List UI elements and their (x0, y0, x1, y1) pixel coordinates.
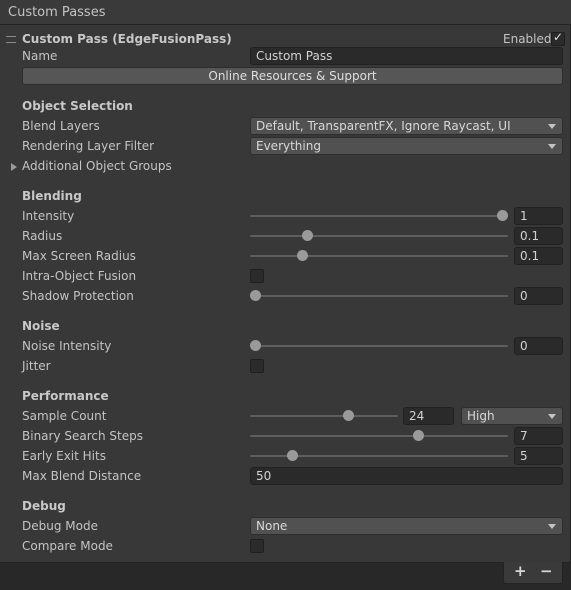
early-exit-field[interactable]: 5 (514, 447, 563, 465)
name-label: Name (22, 49, 58, 63)
debug-header: Debug (22, 499, 66, 513)
debug-mode-row: Debug Mode None (0, 516, 570, 536)
max-screen-radius-label: Max Screen Radius (22, 249, 136, 263)
rendering-layer-value: Everything (256, 139, 321, 153)
noise-intensity-label: Noise Intensity (22, 339, 112, 353)
chevron-down-icon (548, 414, 556, 419)
blend-layers-value: Default, TransparentFX, Ignore Raycast, … (256, 119, 511, 133)
window-titlebar: Custom Passes (0, 0, 571, 25)
sample-count-slider-track[interactable] (250, 415, 398, 417)
shadow-protection-label: Shadow Protection (22, 289, 134, 303)
quality-preset-value: High (467, 409, 495, 423)
radius-row: Radius 0.1 (0, 226, 570, 246)
intra-object-label: Intra-Object Fusion (22, 269, 137, 283)
max-screen-radius-field[interactable]: 0.1 (514, 247, 563, 265)
early-exit-label: Early Exit Hits (22, 449, 106, 463)
sample-count-slider-thumb[interactable] (343, 410, 355, 421)
max-screen-radius-slider-track[interactable] (250, 255, 508, 257)
compare-mode-label: Compare Mode (22, 539, 113, 553)
intensity-label: Intensity (22, 209, 75, 223)
object-selection-header: Object Selection (22, 99, 133, 113)
blend-layers-dropdown[interactable]: Default, TransparentFX, Ignore Raycast, … (250, 117, 563, 135)
remove-pass-button[interactable]: − (540, 562, 553, 580)
foldout-arrow-icon[interactable] (11, 163, 17, 171)
blend-layers-row: Blend Layers Default, TransparentFX, Ign… (0, 116, 570, 136)
custom-passes-panel: Custom Pass (EdgeFusionPass) Enabled ✓ N… (0, 25, 571, 563)
early-exit-slider-thumb[interactable] (287, 450, 299, 461)
radius-slider-thumb[interactable] (301, 230, 313, 241)
blending-header: Blending (22, 189, 82, 203)
compare-mode-row: Compare Mode (0, 536, 570, 556)
enabled-checkbox[interactable]: ✓ (551, 30, 565, 46)
name-row: Name Custom Pass (0, 46, 570, 66)
debug-mode-label: Debug Mode (22, 519, 98, 533)
rendering-layer-row: Rendering Layer Filter Everything (0, 136, 570, 156)
chevron-down-icon (548, 524, 556, 529)
max-screen-radius-row: Max Screen Radius 0.1 (0, 246, 570, 266)
object-selection-header-row: Object Selection (0, 96, 570, 116)
rendering-layer-label: Rendering Layer Filter (22, 139, 155, 153)
jitter-checkbox[interactable] (250, 359, 264, 373)
name-field[interactable]: Custom Pass (250, 47, 563, 65)
sample-count-field[interactable]: 24 (403, 407, 454, 425)
max-blend-distance-label: Max Blend Distance (22, 469, 142, 483)
binary-search-slider-track[interactable] (250, 435, 508, 437)
shadow-protection-slider-thumb[interactable] (250, 290, 261, 301)
max-blend-distance-field[interactable]: 50 (250, 467, 563, 485)
intra-object-checkbox[interactable] (250, 269, 264, 283)
blend-layers-label: Blend Layers (22, 119, 100, 133)
sample-count-row: Sample Count 24 High (0, 406, 570, 426)
performance-header-row: Performance (0, 386, 570, 406)
early-exit-row: Early Exit Hits 5 (0, 446, 570, 466)
radius-slider-track[interactable] (250, 235, 508, 237)
noise-intensity-field[interactable]: 0 (514, 337, 563, 355)
intra-object-row: Intra-Object Fusion (0, 266, 570, 286)
noise-intensity-row: Noise Intensity 0 (0, 336, 570, 356)
intensity-row: Intensity 1 (0, 206, 570, 226)
noise-intensity-slider-track[interactable] (250, 345, 508, 347)
checkmark-icon: ✓ (553, 30, 564, 44)
intensity-field[interactable]: 1 (514, 207, 563, 225)
online-resources-button[interactable]: Online Resources & Support (22, 67, 563, 85)
binary-search-field[interactable]: 7 (514, 427, 563, 445)
intensity-slider-track[interactable] (250, 215, 508, 217)
chevron-down-icon (548, 124, 556, 129)
debug-header-row: Debug (0, 496, 570, 516)
intensity-slider-thumb[interactable] (497, 210, 508, 221)
window-title: Custom Passes (8, 5, 106, 20)
drag-handle-icon[interactable] (6, 36, 16, 43)
compare-mode-checkbox[interactable] (250, 539, 264, 553)
shadow-protection-slider-track[interactable] (250, 295, 508, 297)
noise-intensity-slider-thumb[interactable] (250, 340, 261, 351)
shadow-protection-row: Shadow Protection 0 (0, 286, 570, 306)
add-pass-button[interactable]: + (514, 562, 527, 580)
debug-mode-value: None (256, 519, 288, 533)
list-footer: + − (503, 562, 563, 584)
quality-preset-dropdown[interactable]: High (461, 407, 563, 425)
shadow-protection-field[interactable]: 0 (514, 287, 563, 305)
binary-search-slider-thumb[interactable] (413, 430, 425, 441)
binary-search-row: Binary Search Steps 7 (0, 426, 570, 446)
sample-count-label: Sample Count (22, 409, 107, 423)
rendering-layer-dropdown[interactable]: Everything (250, 137, 563, 155)
jitter-label: Jitter (22, 359, 51, 373)
debug-mode-dropdown[interactable]: None (250, 517, 563, 535)
binary-search-label: Binary Search Steps (22, 429, 143, 443)
blending-header-row: Blending (0, 186, 570, 206)
jitter-row: Jitter (0, 356, 570, 376)
performance-header: Performance (22, 389, 109, 403)
max-screen-radius-slider-thumb[interactable] (296, 250, 308, 261)
chevron-down-icon (548, 144, 556, 149)
radius-label: Radius (22, 229, 63, 243)
additional-groups-foldout[interactable]: Additional Object Groups (0, 156, 570, 176)
radius-field[interactable]: 0.1 (514, 227, 563, 245)
enabled-label: Enabled (503, 32, 552, 46)
noise-header-row: Noise (0, 316, 570, 336)
noise-header: Noise (22, 319, 60, 333)
max-blend-distance-row: Max Blend Distance 50 (0, 466, 570, 486)
additional-groups-label: Additional Object Groups (22, 159, 172, 173)
pass-title: Custom Pass (EdgeFusionPass) (22, 32, 232, 46)
